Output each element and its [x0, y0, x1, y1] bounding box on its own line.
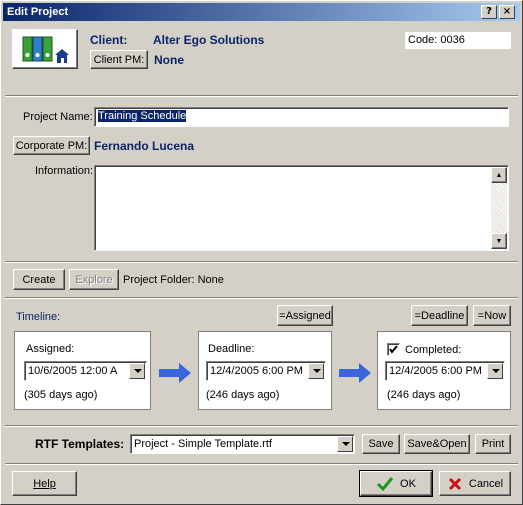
- corporate-pm-button[interactable]: Corporate PM:: [13, 136, 90, 155]
- set-assigned-button[interactable]: =Assigned: [277, 305, 333, 326]
- green-check-icon: [376, 476, 394, 491]
- project-icon-button[interactable]: [12, 29, 78, 69]
- help-title-button[interactable]: ?: [481, 5, 497, 19]
- completed-label: Completed:: [405, 344, 462, 356]
- rtf-template-value: Project - Simple Template.rtf: [134, 438, 272, 450]
- timeline-label: Timeline:: [16, 311, 61, 323]
- rtf-print-button[interactable]: Print: [475, 434, 511, 454]
- checkmark-icon: [389, 345, 398, 354]
- window-title: Edit Project: [7, 6, 69, 18]
- code-display: Code: 0036: [405, 32, 511, 49]
- assigned-box: Assigned: 10/6/2005 12:00 A (305 days ag…: [14, 331, 151, 410]
- ok-button[interactable]: OK: [359, 470, 433, 497]
- binders-home-icon: [22, 36, 69, 63]
- chevron-down-icon[interactable]: [308, 363, 324, 379]
- information-textarea[interactable]: [94, 165, 509, 251]
- client-name: Alter Ego Solutions: [153, 33, 265, 47]
- completed-checkbox[interactable]: [387, 343, 400, 356]
- divider: [5, 261, 518, 263]
- rtf-save-button[interactable]: Save: [362, 434, 400, 454]
- close-title-button[interactable]: ×: [499, 5, 515, 19]
- set-deadline-button[interactable]: =Deadline: [411, 305, 468, 326]
- arrow-right-icon: [159, 363, 191, 383]
- code-value: 0036: [440, 34, 465, 46]
- assigned-value: 10/6/2005 12:00 A: [28, 365, 118, 377]
- title-bar[interactable]: Edit Project ? ×: [3, 3, 520, 21]
- explore-folder-button[interactable]: Explore: [69, 269, 119, 290]
- project-name-input[interactable]: Training Schedule: [94, 107, 509, 127]
- completed-box: Completed: 12/4/2005 6:00 PM (246 days a…: [377, 331, 511, 410]
- chevron-down-icon[interactable]: [129, 363, 145, 379]
- cancel-label: Cancel: [468, 477, 504, 490]
- scroll-down-icon[interactable]: ▼: [491, 233, 507, 249]
- divider: [5, 463, 518, 465]
- help-button[interactable]: Help: [12, 471, 77, 496]
- deadline-box: Deadline: 12/4/2005 6:00 PM (246 days ag…: [198, 331, 332, 410]
- cancel-button[interactable]: Cancel: [439, 471, 511, 496]
- corporate-pm-value: Fernando Lucena: [94, 139, 195, 153]
- edit-project-dialog: Edit Project ? × Client: Alter Ego Solut…: [0, 0, 523, 505]
- deadline-datetime-picker[interactable]: 12/4/2005 6:00 PM: [206, 361, 326, 381]
- project-name-value: Training Schedule: [98, 110, 187, 122]
- rtf-save-open-button[interactable]: Save&Open: [404, 434, 470, 454]
- client-pm-button[interactable]: Client PM:: [90, 50, 148, 69]
- deadline-label: Deadline:: [208, 343, 255, 355]
- deadline-ago: (246 days ago): [206, 389, 280, 401]
- create-folder-button[interactable]: Create: [13, 269, 65, 290]
- rtf-templates-label: RTF Templates:: [35, 437, 125, 451]
- set-now-button[interactable]: =Now: [473, 305, 511, 326]
- information-scrollbar[interactable]: ▲ ▼: [491, 167, 507, 249]
- project-name-label: Project Name:: [23, 111, 93, 123]
- assigned-datetime-picker[interactable]: 10/6/2005 12:00 A: [24, 361, 147, 381]
- rtf-template-select[interactable]: Project - Simple Template.rtf: [130, 434, 355, 454]
- divider: [5, 297, 518, 299]
- chevron-down-icon[interactable]: [487, 363, 503, 379]
- divider: [5, 425, 518, 427]
- scroll-up-icon[interactable]: ▲: [491, 167, 507, 183]
- information-label: Information:: [35, 165, 94, 177]
- completed-ago: (246 days ago): [387, 389, 461, 401]
- divider: [5, 95, 518, 97]
- completed-datetime-picker[interactable]: 12/4/2005 6:00 PM: [385, 361, 505, 381]
- deadline-value: 12/4/2005 6:00 PM: [210, 365, 303, 377]
- red-x-icon: [448, 477, 461, 490]
- client-pm-value: None: [154, 53, 184, 67]
- code-label: Code:: [408, 34, 438, 46]
- ok-label: OK: [400, 477, 416, 490]
- completed-value: 12/4/2005 6:00 PM: [389, 365, 482, 377]
- chevron-down-icon[interactable]: [337, 436, 353, 452]
- client-label: Client:: [90, 33, 128, 47]
- project-folder-text: Project Folder: None: [123, 274, 224, 286]
- assigned-ago: (305 days ago): [24, 389, 98, 401]
- arrow-right-icon: [339, 363, 371, 383]
- assigned-label: Assigned:: [26, 343, 75, 355]
